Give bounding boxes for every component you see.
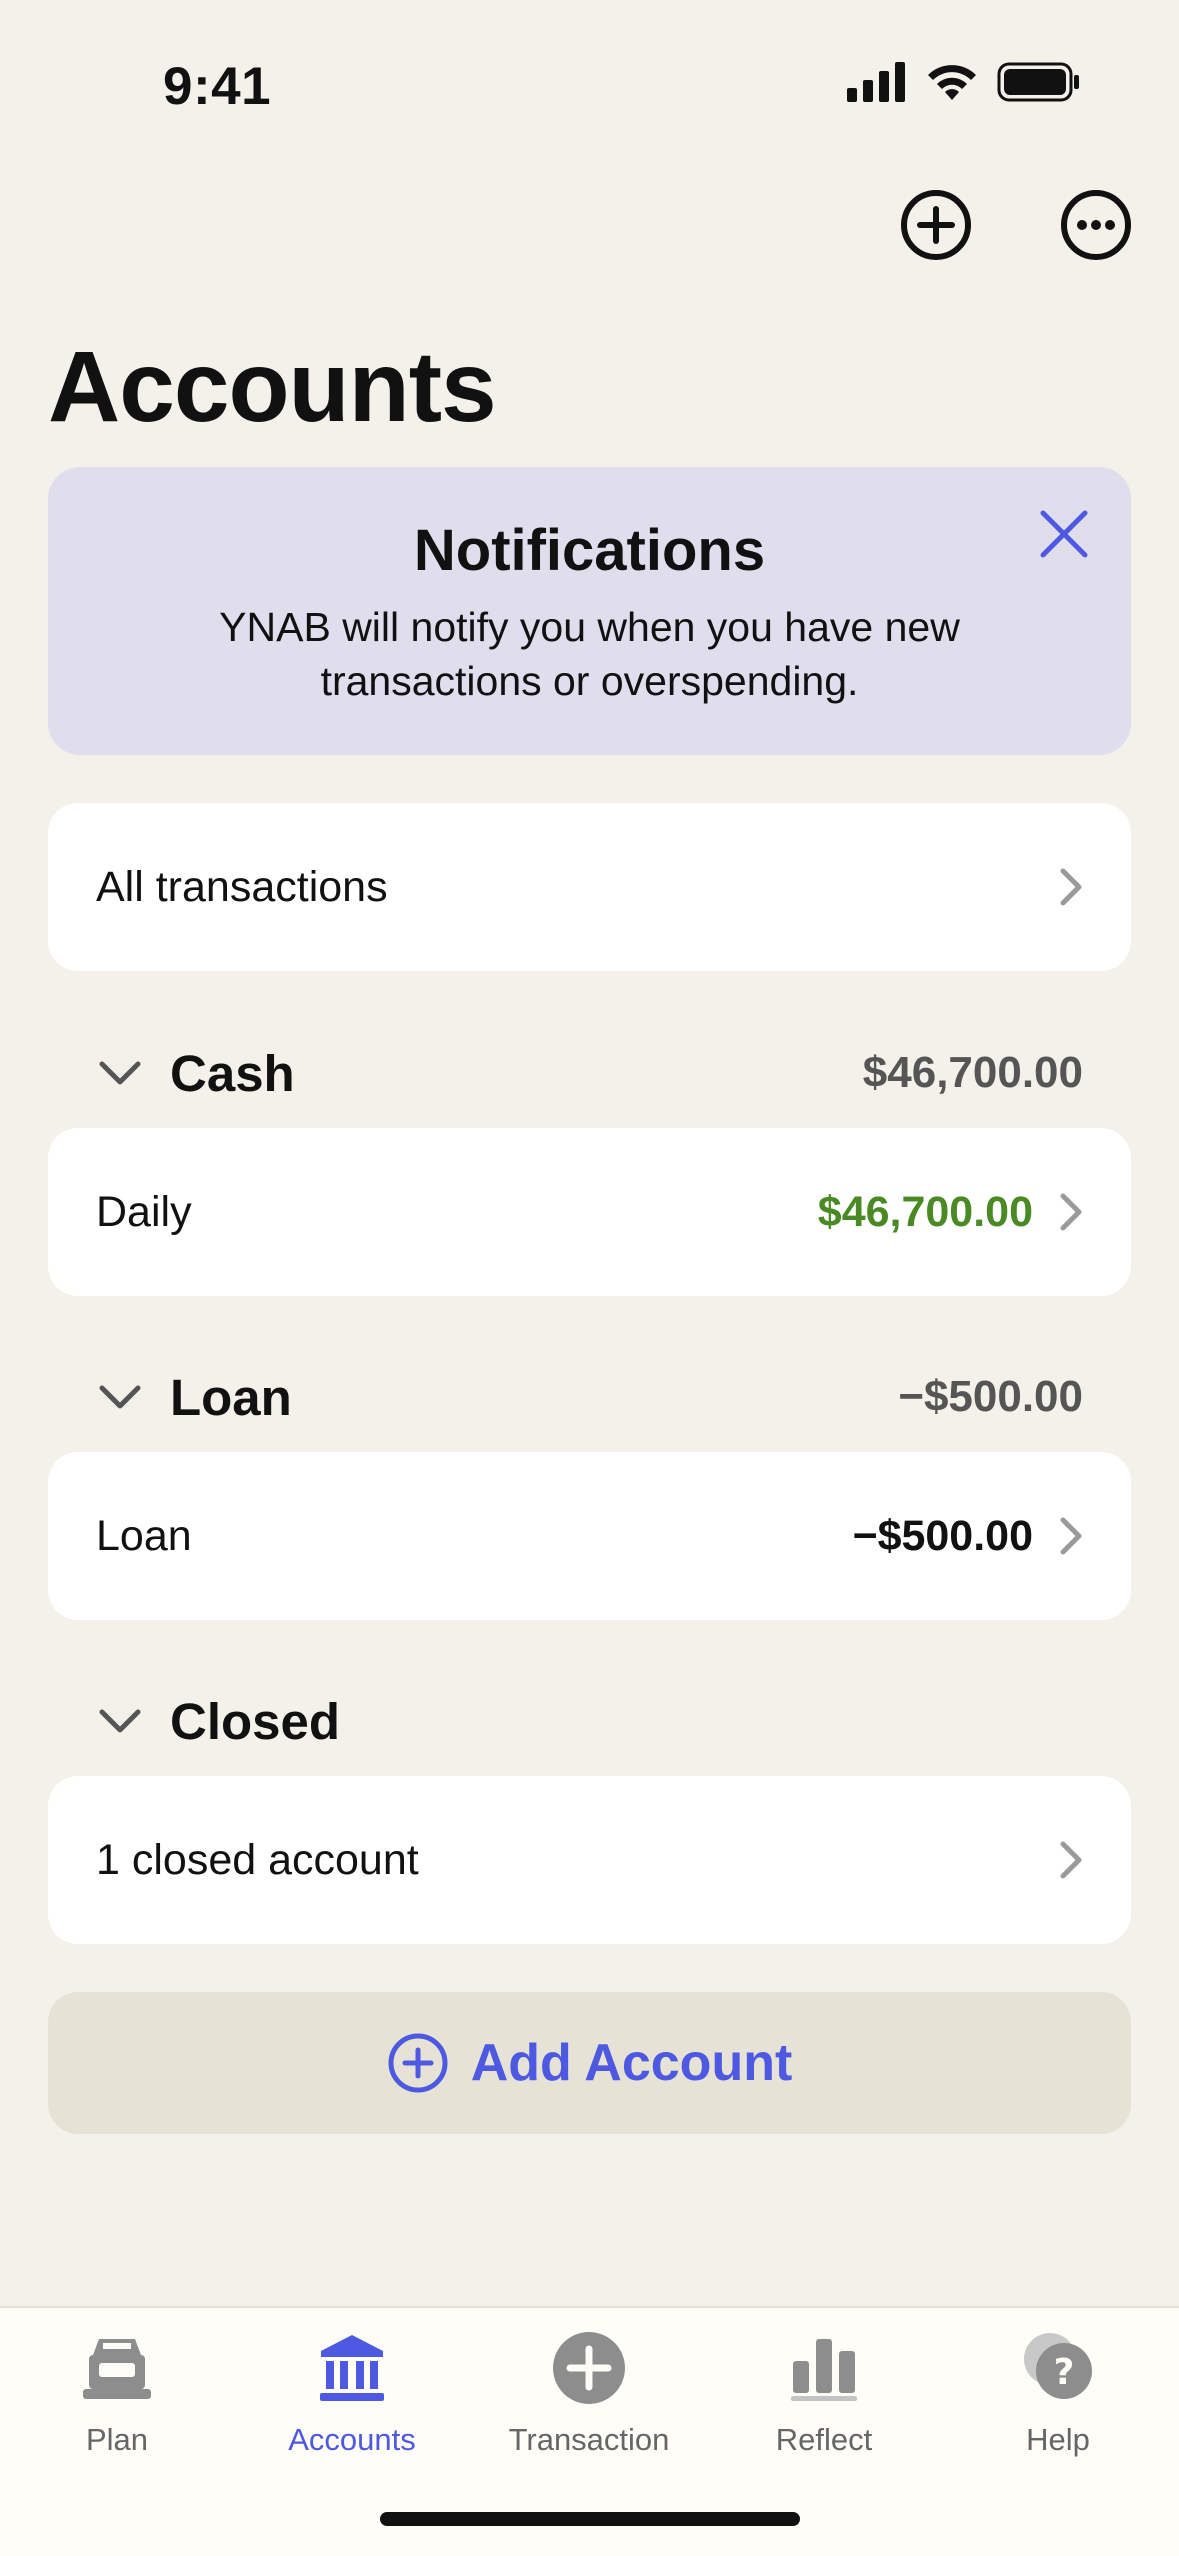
account-balance: $46,700.00 (817, 1187, 1033, 1236)
tab-label: Reflect (775, 2422, 873, 2457)
group-header-cash[interactable]: Cash $46,700.00 (48, 1033, 1131, 1113)
closed-accounts-row[interactable]: 1 closed account (48, 1776, 1131, 1944)
notification-body: YNAB will notify you when you have new t… (219, 604, 960, 704)
tab-accounts[interactable]: Accounts (252, 2328, 452, 2458)
account-name: Loan (96, 1511, 192, 1560)
group-header-closed[interactable]: Closed (48, 1681, 1131, 1761)
help-bubble-icon: ? (1018, 2328, 1098, 2408)
wifi-icon (928, 65, 976, 100)
add-button[interactable] (901, 190, 971, 260)
status-time: 9:41 (163, 57, 272, 116)
more-button[interactable] (1061, 190, 1131, 260)
group-title-cash: Cash (170, 1044, 295, 1102)
tab-label: Accounts (288, 2422, 416, 2457)
chevron-right-icon (1060, 1517, 1082, 1555)
chevron-down-icon (99, 1385, 141, 1409)
tab-help[interactable]: ? Help (958, 2328, 1158, 2458)
tab-plan[interactable]: Plan (17, 2328, 217, 2458)
plan-icon (77, 2328, 157, 2408)
bank-icon (312, 2328, 392, 2408)
tab-label: Plan (85, 2422, 149, 2457)
status-bar: 9:41 (0, 0, 1179, 170)
home-indicator (380, 2512, 800, 2526)
tab-label: Help (1026, 2422, 1090, 2457)
chevron-down-icon (99, 1709, 141, 1733)
all-transactions-row[interactable]: All transactions (48, 803, 1131, 971)
group-header-loan[interactable]: Loan −$500.00 (48, 1357, 1131, 1437)
top-actions (901, 190, 1131, 260)
closed-accounts-label: 1 closed account (96, 1835, 419, 1884)
all-transactions-label: All transactions (96, 862, 388, 911)
battery-icon (997, 62, 1079, 102)
svg-text:?: ? (1054, 2352, 1075, 2393)
tab-reflect[interactable]: Reflect (724, 2328, 924, 2458)
close-icon[interactable] (1035, 505, 1093, 563)
plus-circle-icon (549, 2328, 629, 2408)
account-row-daily[interactable]: Daily $46,700.00 (48, 1128, 1131, 1296)
chevron-right-icon (1060, 1193, 1082, 1231)
chevron-right-icon (1060, 868, 1082, 906)
group-title-loan: Loan (170, 1368, 292, 1426)
add-account-label: Add Account (470, 2034, 793, 2092)
group-title-closed: Closed (170, 1692, 341, 1750)
group-total-loan: −$500.00 (898, 1372, 1083, 1421)
page-title: Accounts (48, 331, 497, 443)
tab-label: Transaction (508, 2422, 670, 2457)
ellipsis-icon (1077, 220, 1115, 230)
account-balance: −$500.00 (852, 1511, 1033, 1560)
notification-title: Notifications (413, 518, 766, 583)
status-icons (847, 62, 1081, 102)
add-account-button[interactable]: Add Account (48, 1992, 1131, 2134)
plus-circle-icon (388, 2033, 448, 2093)
bar-chart-icon (784, 2328, 864, 2408)
chevron-down-icon (99, 1061, 141, 1085)
notification-banner: Notifications YNAB will notify you when … (48, 467, 1131, 755)
account-name: Daily (96, 1187, 192, 1236)
account-row-loan[interactable]: Loan −$500.00 (48, 1452, 1131, 1620)
group-total-cash: $46,700.00 (862, 1048, 1083, 1097)
chevron-right-icon (1060, 1841, 1082, 1879)
tab-transaction[interactable]: Transaction (489, 2328, 689, 2458)
plus-icon (917, 206, 955, 244)
signal-icon (847, 62, 905, 102)
